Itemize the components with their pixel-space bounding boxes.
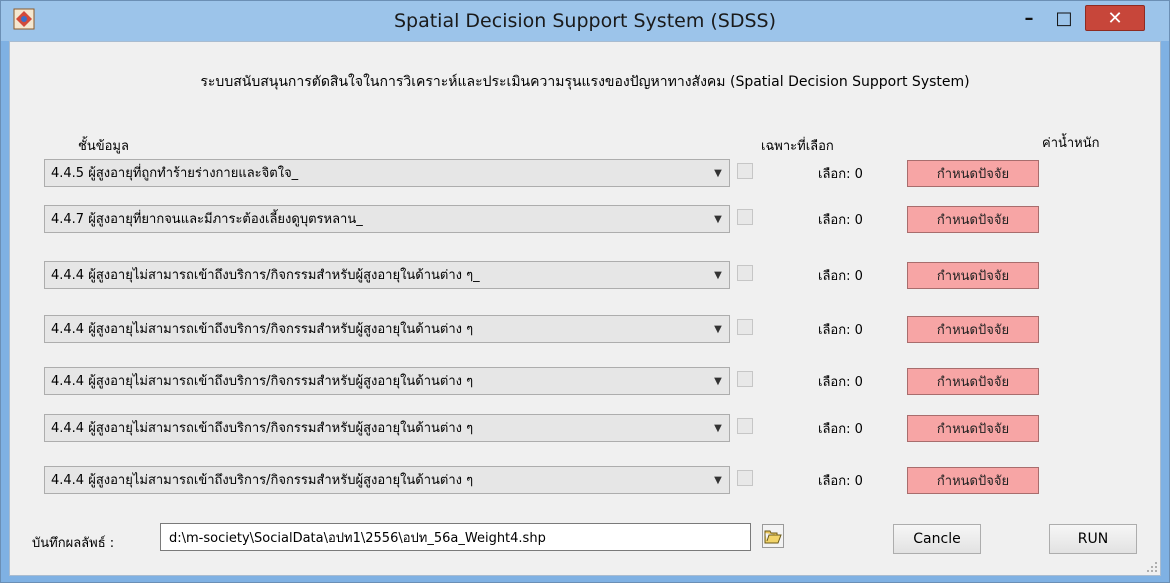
chevron-down-icon[interactable]: ▼ (707, 206, 729, 232)
layer-row: 4.4.4 ผู้สูงอายุไม่สามารถเข้าถึงบริการ/ก… (44, 414, 1134, 444)
selected-only-checkbox[interactable] (737, 209, 753, 225)
selected-only-checkbox[interactable] (737, 470, 753, 486)
resize-grip-icon[interactable] (1146, 561, 1158, 573)
minimize-button[interactable]: – (1014, 5, 1044, 31)
selected-count: เลือก: 0 (818, 269, 863, 284)
layer-dropdown[interactable]: 4.4.4 ผู้สูงอายุไม่สามารถเข้าถึงบริการ/ก… (44, 261, 730, 289)
selected-count: เลือก: 0 (818, 375, 863, 390)
maximize-icon: □ (1055, 7, 1073, 29)
layer-dropdown[interactable]: 4.4.4 ผู้สูงอายุไม่สามารถเข้าถึงบริการ/ก… (44, 466, 730, 494)
selected-only-column-header: เฉพาะที่เลือก (761, 139, 834, 154)
run-button[interactable]: RUN (1049, 524, 1137, 554)
layer-column-header: ชั้นข้อมูล (78, 139, 129, 154)
selected-only-checkbox[interactable] (737, 418, 753, 434)
layer-row: 4.4.7 ผู้สูงอายุที่ยากจนและมีภาระต้องเลี… (44, 205, 1134, 235)
weight-column-header: ค่าน้ำหนัก (1042, 136, 1100, 151)
chevron-down-icon[interactable]: ▼ (707, 160, 729, 186)
close-icon: ✕ (1107, 7, 1123, 29)
chevron-down-icon[interactable]: ▼ (707, 415, 729, 441)
selected-count: เลือก: 0 (818, 213, 863, 228)
chevron-down-icon[interactable]: ▼ (707, 368, 729, 394)
selected-count: เลือก: 0 (818, 323, 863, 338)
chevron-down-icon[interactable]: ▼ (707, 467, 729, 493)
layer-row: 4.4.4 ผู้สูงอายุไม่สามารถเข้าถึงบริการ/ก… (44, 466, 1134, 496)
layer-row: 4.4.5 ผู้สูงอายุที่ถูกทำร้ายร่างกายและจิ… (44, 159, 1134, 189)
define-factor-button[interactable]: กำหนดปัจจัย (907, 206, 1039, 233)
close-button[interactable]: ✕ (1085, 5, 1145, 31)
layer-dropdown-value: 4.4.4 ผู้สูงอายุไม่สามารถเข้าถึงบริการ/ก… (51, 421, 474, 436)
app-window: Spatial Decision Support System (SDSS) –… (0, 0, 1170, 583)
layer-dropdown-value: 4.4.7 ผู้สูงอายุที่ยากจนและมีภาระต้องเลี… (51, 212, 363, 227)
selected-only-checkbox[interactable] (737, 265, 753, 281)
selected-count: เลือก: 0 (818, 474, 863, 489)
layer-dropdown[interactable]: 4.4.4 ผู้สูงอายุไม่สามารถเข้าถึงบริการ/ก… (44, 367, 730, 395)
define-factor-button[interactable]: กำหนดปัจจัย (907, 415, 1039, 442)
define-factor-button[interactable]: กำหนดปัจจัย (907, 262, 1039, 289)
cancel-button[interactable]: Cancle (893, 524, 981, 554)
chevron-down-icon[interactable]: ▼ (707, 316, 729, 342)
layer-dropdown[interactable]: 4.4.7 ผู้สูงอายุที่ยากจนและมีภาระต้องเลี… (44, 205, 730, 233)
page-title: ระบบสนับสนุนการตัดสินใจในการวิเคราะห์และ… (200, 74, 970, 90)
layer-dropdown-value: 4.4.4 ผู้สูงอายุไม่สามารถเข้าถึงบริการ/ก… (51, 374, 474, 389)
maximize-button[interactable]: □ (1049, 5, 1079, 31)
dialog-body: ระบบสนับสนุนการตัดสินใจในการวิเคราะห์และ… (9, 41, 1161, 576)
define-factor-button[interactable]: กำหนดปัจจัย (907, 368, 1039, 395)
save-result-label: บันทึกผลลัพธ์ : (32, 536, 115, 551)
layer-dropdown-value: 4.4.5 ผู้สูงอายุที่ถูกทำร้ายร่างกายและจิ… (51, 166, 299, 181)
selected-only-checkbox[interactable] (737, 371, 753, 387)
layer-dropdown-value: 4.4.4 ผู้สูงอายุไม่สามารถเข้าถึงบริการ/ก… (51, 322, 474, 337)
minimize-icon: – (1024, 7, 1034, 29)
layer-row: 4.4.4 ผู้สูงอายุไม่สามารถเข้าถึงบริการ/ก… (44, 367, 1134, 397)
define-factor-button[interactable]: กำหนดปัจจัย (907, 316, 1039, 343)
layer-dropdown-value: 4.4.4 ผู้สูงอายุไม่สามารถเข้าถึงบริการ/ก… (51, 268, 480, 283)
open-folder-icon (764, 530, 782, 544)
chevron-down-icon[interactable]: ▼ (707, 262, 729, 288)
layer-dropdown[interactable]: 4.4.5 ผู้สูงอายุที่ถูกทำร้ายร่างกายและจิ… (44, 159, 730, 187)
layer-dropdown[interactable]: 4.4.4 ผู้สูงอายุไม่สามารถเข้าถึงบริการ/ก… (44, 414, 730, 442)
selected-count: เลือก: 0 (818, 167, 863, 182)
title-bar[interactable]: Spatial Decision Support System (SDSS) –… (1, 1, 1169, 41)
selected-only-checkbox[interactable] (737, 319, 753, 335)
selected-count: เลือก: 0 (818, 422, 863, 437)
window-title: Spatial Decision Support System (SDSS) (393, 10, 777, 32)
browse-folder-button[interactable] (762, 524, 784, 548)
layer-dropdown[interactable]: 4.4.4 ผู้สูงอายุไม่สามารถเข้าถึงบริการ/ก… (44, 315, 730, 343)
layer-row: 4.4.4 ผู้สูงอายุไม่สามารถเข้าถึงบริการ/ก… (44, 261, 1134, 291)
layer-row: 4.4.4 ผู้สูงอายุไม่สามารถเข้าถึงบริการ/ก… (44, 315, 1134, 345)
output-path-field[interactable] (160, 523, 751, 551)
layer-dropdown-value: 4.4.4 ผู้สูงอายุไม่สามารถเข้าถึงบริการ/ก… (51, 473, 474, 488)
selected-only-checkbox[interactable] (737, 163, 753, 179)
define-factor-button[interactable]: กำหนดปัจจัย (907, 467, 1039, 494)
define-factor-button[interactable]: กำหนดปัจจัย (907, 160, 1039, 187)
